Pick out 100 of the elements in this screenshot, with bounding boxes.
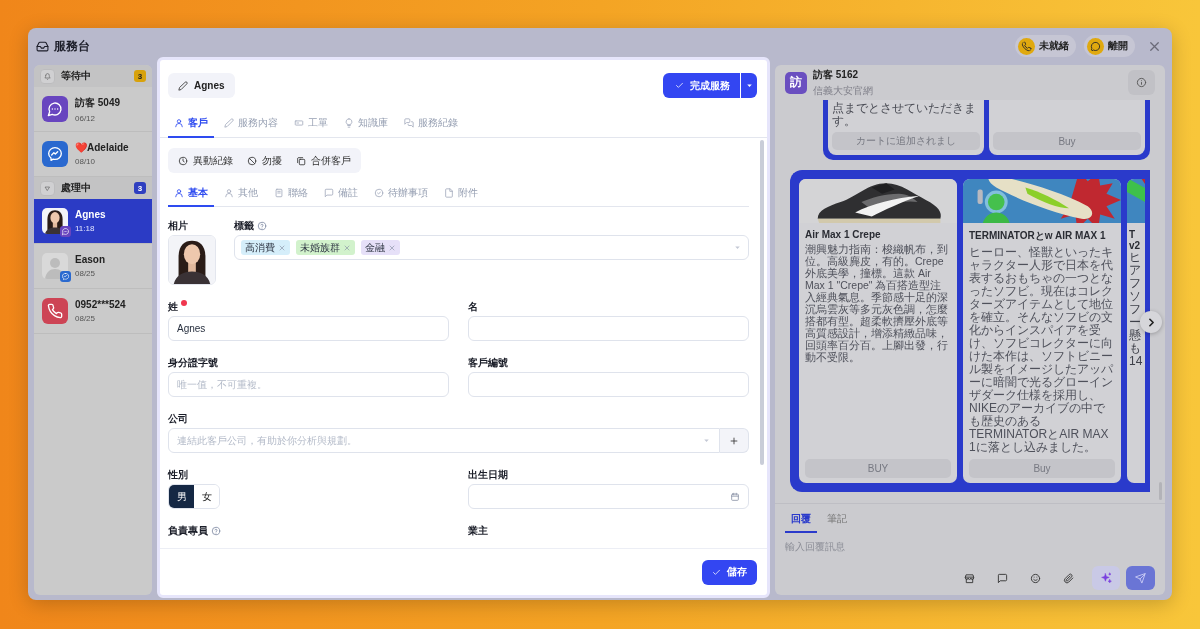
field-label: 相片 <box>168 218 188 233</box>
messenger-icon <box>60 271 71 282</box>
field-label: 負責專員 <box>168 523 208 538</box>
send-icon <box>1135 572 1146 584</box>
send-button[interactable] <box>1126 566 1155 590</box>
action-button[interactable]: 合併客戶 <box>290 148 357 173</box>
field-label: 公司 <box>168 411 188 426</box>
text-field[interactable]: Agnes <box>168 316 449 341</box>
text-field[interactable] <box>468 372 749 397</box>
chat-icon <box>1087 37 1104 55</box>
user-icon <box>224 188 234 198</box>
action-button[interactable]: 勿擾 <box>241 148 288 173</box>
date-field[interactable] <box>468 484 749 509</box>
message-icon <box>324 188 334 198</box>
text-fragment: フ <box>1129 303 1142 316</box>
no-entry-icon <box>247 155 257 166</box>
triangle-icon <box>40 180 55 196</box>
text-fragment: ア <box>1129 264 1142 277</box>
file-icon <box>444 188 454 198</box>
check-icon <box>675 81 684 90</box>
user-icon <box>174 188 184 198</box>
product-title: v2 <box>1129 240 1142 251</box>
text-fragment: ー <box>1129 316 1142 329</box>
timestamp: 08/25 <box>75 269 97 278</box>
conversation-item[interactable]: Eason 08/25 <box>34 244 152 289</box>
count-badge: 3 <box>134 70 146 82</box>
contact-name: 訪客 5049 <box>75 95 121 110</box>
complete-button[interactable]: 完成服務 <box>663 73 740 98</box>
timestamp: 08/10 <box>75 157 97 166</box>
count-badge: 3 <box>134 182 146 194</box>
tag-select-field[interactable]: 高消費 未婚族群 金融 <box>234 235 749 260</box>
smile-icon[interactable] <box>1030 572 1041 584</box>
avatar-icon <box>42 253 68 279</box>
conversation-item[interactable]: Agnes 11:18 <box>34 199 152 244</box>
field-label: 身分證字號 <box>168 355 218 370</box>
text-fragment: フ <box>1129 277 1142 290</box>
phone-icon <box>1018 37 1035 55</box>
conversation-item[interactable]: 訪客 5049 06/12 <box>34 87 152 132</box>
contact-card-icon <box>274 188 284 198</box>
action-button[interactable]: 異動紀錄 <box>172 148 239 173</box>
toggle-option[interactable]: 男 <box>169 485 194 508</box>
check-icon <box>712 567 721 577</box>
product-description: ヒーロー、怪獣といったキャラクター人形で日本を代表するおもちゃの一つとなったソフビ。現在はコレクターズアイテムとして地位を確立。そんなソフビの文化からインスパイアを受け、ソフビコレクターに向けた本作は、ソフトビニール製をイメージしたアッパーに暗闇で光るグローインザダーク仕様を採用し、NIKEのアーカイブの中でも歴史のあるTERMINATORとAIR MAX 1に落とし込みました。 <box>969 246 1114 454</box>
window-title: 服務台 <box>54 37 90 55</box>
group-title: 等待中 <box>61 69 92 83</box>
visitor-avatar: 訪 <box>785 71 807 94</box>
contact-name: Eason <box>75 254 105 265</box>
conversation-item[interactable]: 0952***524 08/25 <box>34 289 152 334</box>
user-icon <box>174 118 184 128</box>
product-title: TERMINATORとw AIR MAX 1 <box>969 229 1107 243</box>
clock-icon <box>178 155 188 166</box>
reply-tab[interactable]: 回覆 <box>785 510 817 533</box>
text-fragment: 14 <box>1129 355 1144 368</box>
check-circle-icon <box>374 188 384 198</box>
bell-icon <box>40 68 55 84</box>
timestamp: 11:18 <box>75 224 96 233</box>
text-fragment: も <box>1129 342 1142 355</box>
add-button[interactable] <box>720 428 749 453</box>
dropdown-button[interactable] <box>741 73 757 98</box>
name-chip[interactable]: Agnes <box>168 73 235 98</box>
select-field[interactable]: 連結此客戶公司，有助於你分析與規劃。 <box>168 428 720 453</box>
paperclip-icon[interactable] <box>1063 572 1074 584</box>
save-button[interactable]: 儲存 <box>702 559 757 585</box>
text-fragment: ヒ <box>1129 251 1142 264</box>
chat-icon <box>60 226 71 237</box>
timestamp: 08/25 <box>75 314 97 323</box>
contact-name: ❤Adelaide <box>75 142 129 153</box>
remove-icon[interactable] <box>388 243 396 252</box>
leave-button[interactable]: 離開 <box>1084 35 1135 57</box>
message-icon[interactable] <box>997 572 1008 584</box>
contact-name: 0952***524 <box>75 299 126 310</box>
tag-label: 金融 <box>365 240 385 255</box>
remove-icon[interactable] <box>278 243 286 252</box>
field-label: 業主 <box>468 523 488 538</box>
timestamp: 06/12 <box>75 113 97 123</box>
plus-icon <box>729 435 739 446</box>
calendar-icon <box>730 492 740 502</box>
product-description: 潮興魅力指南：梭織帆布，到位。高級麂皮，有的。Crepe 外底美學，撞標。這款 Air Max 1 "Crepe" 為百搭造型注入經典氣息。季節感十足的深沉烏雲灰等多元灰色調，怎麼搭都有型。超柔軟擠壓外底等高質感設計，增添精緻品味，回頭率百分百。上腳出發，行動不受限。 <box>805 243 949 365</box>
visitor-source: 信義大安官網 <box>813 83 874 98</box>
info-icon <box>1136 77 1147 88</box>
product-title: T <box>1129 229 1137 240</box>
text-field[interactable] <box>468 316 749 341</box>
field-label: 出生日期 <box>468 467 508 482</box>
tab[interactable]: 基本 <box>168 182 214 207</box>
caret-icon <box>702 436 711 445</box>
tab[interactable]: 客戶 <box>168 112 214 138</box>
text-fragment: 懸 <box>1129 329 1142 342</box>
store-icon[interactable] <box>964 572 975 584</box>
inbox-icon <box>36 39 49 53</box>
remove-icon[interactable] <box>343 243 351 252</box>
group-title: 處理中 <box>61 181 92 195</box>
pencil-icon <box>178 80 188 91</box>
next-button[interactable] <box>1140 311 1162 333</box>
pencil-icon <box>224 118 234 128</box>
sparkles-icon <box>1099 571 1113 585</box>
ai-button[interactable] <box>1092 566 1120 590</box>
ticket-icon <box>294 118 304 128</box>
info-button[interactable] <box>1128 70 1155 95</box>
status-button[interactable]: 未就緒 <box>1015 35 1076 57</box>
tag-label: 未婚族群 <box>300 240 340 255</box>
